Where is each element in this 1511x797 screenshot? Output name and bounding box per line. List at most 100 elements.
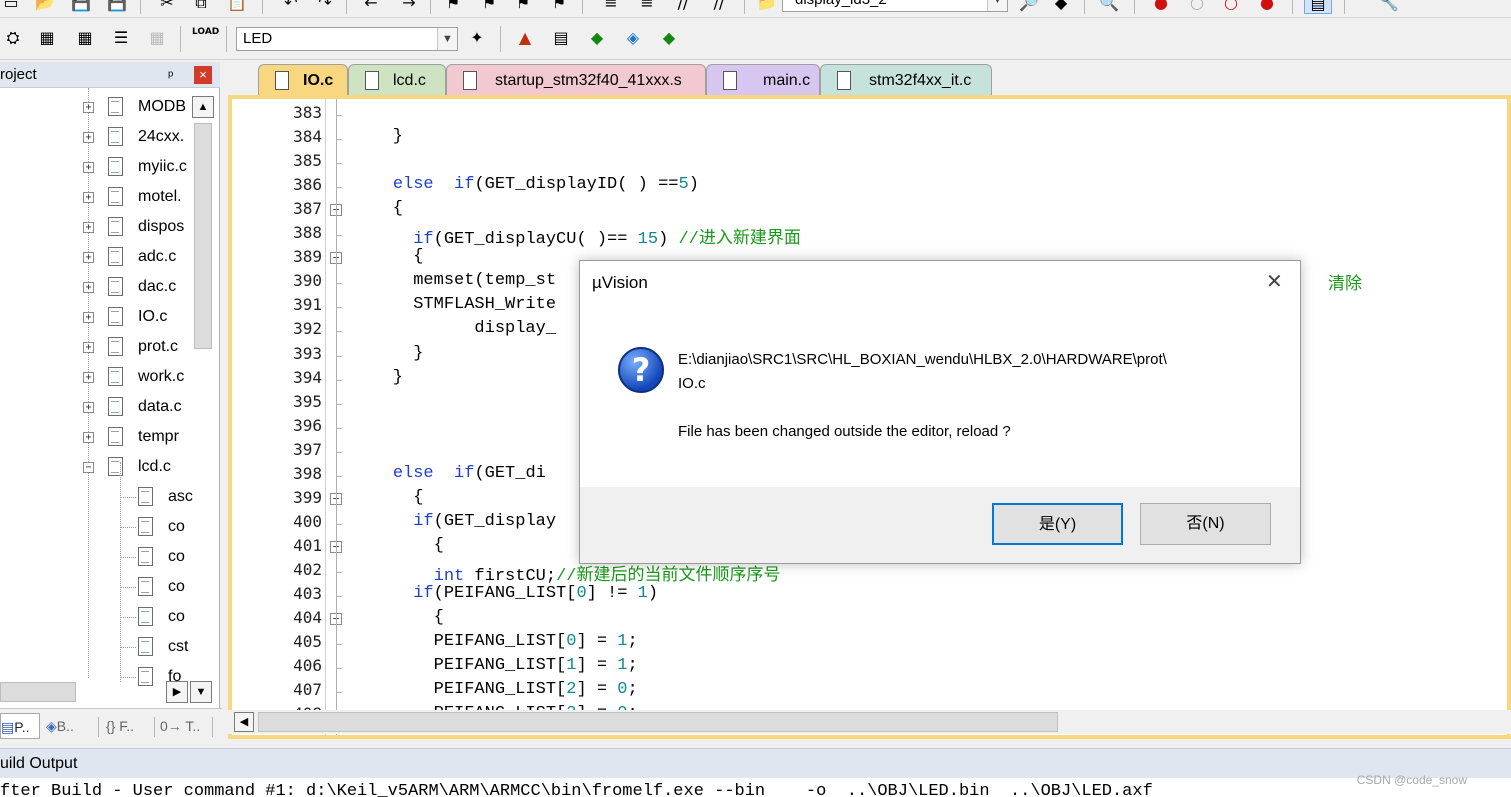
tree-item[interactable]: + data.c	[0, 392, 219, 422]
pack-installer-icon[interactable]: ◆	[586, 27, 608, 49]
indent-icon[interactable]: ≡	[600, 0, 622, 14]
project-vertical-scrollbar[interactable]: ▲	[190, 95, 216, 695]
expand-icon[interactable]: +	[83, 252, 94, 263]
tree-item[interactable]: cst	[0, 632, 219, 662]
undo-icon[interactable]: ↶	[280, 0, 302, 14]
code-line[interactable]: PEIFANG_LIST[2] = 0;	[352, 680, 638, 699]
cut-icon[interactable]: ✂	[156, 0, 178, 14]
code-line[interactable]: STMFLASH_Write	[352, 295, 556, 314]
expand-icon[interactable]: +	[83, 432, 94, 443]
paste-icon[interactable]: 📋	[226, 0, 248, 14]
tree-item[interactable]: co	[0, 572, 219, 602]
editor-horizontal-scrollbar[interactable]: ◀	[228, 710, 1511, 734]
tab-lcd-c[interactable]: lcd.c	[348, 64, 446, 96]
breakpoint-icon[interactable]: ●	[1150, 0, 1172, 14]
tree-item[interactable]: + dac.c	[0, 272, 219, 302]
code-line[interactable]: if(GET_display	[352, 512, 556, 531]
project-items-icon[interactable]: ▤	[550, 27, 572, 49]
collapse-icon[interactable]: −	[83, 462, 94, 473]
uncomment-icon[interactable]: //	[708, 0, 730, 14]
target-select[interactable]: LED ▼	[236, 27, 458, 51]
code-line[interactable]: {	[352, 488, 423, 507]
build-icon[interactable]: ▦	[36, 27, 58, 49]
tab-functions[interactable]: {} F..	[106, 713, 134, 739]
scroll-thumb[interactable]	[194, 123, 212, 349]
tree-item[interactable]: + dispos	[0, 212, 219, 242]
tree-item[interactable]: + IO.c	[0, 302, 219, 332]
scroll-thumb[interactable]	[258, 712, 1058, 732]
expand-icon[interactable]: +	[83, 402, 94, 413]
tree-item[interactable]: + adc.c	[0, 242, 219, 272]
code-line[interactable]: else if(GET_displayID( ) ==5)	[352, 175, 699, 194]
save-all-icon[interactable]: 💾	[106, 0, 128, 14]
code-line[interactable]: }	[352, 344, 423, 363]
find-combo[interactable]: display_ld3_2 ▼	[782, 0, 1008, 12]
tree-item[interactable]: + work.c	[0, 362, 219, 392]
code-line[interactable]: memset(temp_st	[352, 271, 556, 290]
redo-icon[interactable]: ↷	[314, 0, 336, 14]
tab-main-c[interactable]: main.c	[706, 64, 820, 96]
project-horizontal-scrollbar[interactable]: ▶ ▼	[0, 680, 216, 704]
rebuild-icon[interactable]: ▦	[74, 27, 96, 49]
download-icon[interactable]: LOAD	[192, 27, 219, 49]
find-icon[interactable]: 🔎	[1018, 0, 1040, 14]
tab-templates[interactable]: 0→ T..	[160, 713, 200, 739]
tree-item[interactable]: co	[0, 542, 219, 572]
bookmark-next-icon[interactable]: ⚑	[512, 0, 534, 14]
nav-back-icon[interactable]: ←	[360, 0, 382, 14]
breakpoint-disable-all-icon[interactable]: ○	[1220, 0, 1242, 14]
expand-icon[interactable]: +	[83, 162, 94, 173]
chevron-down-icon[interactable]: ▼	[987, 0, 1007, 11]
comment-icon[interactable]: //	[672, 0, 694, 14]
code-line[interactable]: if(GET_displayCU( )== 15) //进入新建界面	[352, 223, 801, 249]
bookmark-clear-icon[interactable]: ⚑	[548, 0, 570, 14]
scroll-thumb[interactable]	[0, 682, 76, 702]
code-line[interactable]: PEIFANG_LIST[0] = 1;	[352, 632, 638, 651]
bookmark-prev-icon[interactable]: ⚑	[478, 0, 500, 14]
code-line[interactable]: if(PEIFANG_LIST[0] != 1)	[352, 584, 658, 603]
expand-icon[interactable]: +	[83, 342, 94, 353]
code-line[interactable]: {	[352, 608, 444, 627]
close-icon[interactable]: ✕	[1266, 269, 1283, 294]
tree-item[interactable]: + MODB	[0, 92, 219, 122]
no-button[interactable]: 否(N)	[1140, 503, 1271, 545]
code-line[interactable]: }	[352, 127, 403, 146]
code-line[interactable]: {	[352, 199, 403, 218]
tree-item[interactable]: co	[0, 512, 219, 542]
close-icon[interactable]: ×	[194, 66, 212, 84]
expand-icon[interactable]: +	[83, 192, 94, 203]
copy-icon[interactable]: ⧉	[190, 0, 212, 14]
yes-button[interactable]: 是(Y)	[992, 503, 1123, 545]
tree-item[interactable]: asc	[0, 482, 219, 512]
pin-icon[interactable]: ᵖ	[168, 62, 173, 88]
expand-icon[interactable]: +	[83, 222, 94, 233]
bookmark-icon[interactable]: ⚑	[442, 0, 464, 14]
open-folder-icon[interactable]: 📂	[34, 0, 56, 14]
expand-icon[interactable]: +	[83, 282, 94, 293]
expand-icon[interactable]: +	[83, 102, 94, 113]
config-icon[interactable]: 🔧	[1378, 0, 1400, 14]
window-layout-icon[interactable]: ▤	[1304, 0, 1332, 14]
unindent-icon[interactable]: ≡	[636, 0, 658, 14]
new-file-icon[interactable]: ▭	[0, 0, 22, 14]
target-options-icon[interactable]: ✦	[466, 27, 488, 49]
select-software-packs-icon[interactable]: ◈	[622, 27, 644, 49]
scroll-down-icon[interactable]: ▼	[190, 681, 212, 703]
save-icon[interactable]: 💾	[70, 0, 92, 14]
tab-stm32f4xx-it-c[interactable]: stm32f4xx_it.c	[820, 64, 992, 96]
tree-item[interactable]: − lcd.c	[0, 452, 219, 482]
code-line[interactable]: else if(GET_di	[352, 464, 546, 483]
tree-item[interactable]: + motel.	[0, 182, 219, 212]
expand-icon[interactable]: +	[83, 312, 94, 323]
code-line[interactable]: {	[352, 247, 423, 266]
tab-project[interactable]: ▤P..	[0, 713, 40, 739]
debug-icon[interactable]: 🔍	[1098, 0, 1120, 14]
replace-icon[interactable]: ◆	[1050, 0, 1072, 14]
tree-item[interactable]: + prot.c	[0, 332, 219, 362]
code-line[interactable]: }	[352, 368, 403, 387]
expand-icon[interactable]: +	[83, 372, 94, 383]
scroll-right-icon[interactable]: ▶	[166, 681, 188, 703]
manage-components-icon[interactable]: ▲	[514, 27, 536, 49]
stop-build-icon[interactable]: ▦	[146, 27, 168, 49]
chevron-down-icon[interactable]: ▼	[437, 28, 457, 50]
